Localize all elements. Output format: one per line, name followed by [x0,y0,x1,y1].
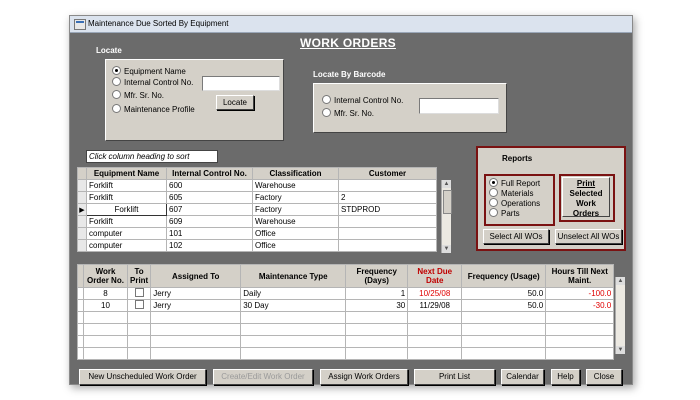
locate-option-maintenance-profile[interactable]: Maintenance Profile [112,104,195,115]
print-selected-line-3: Work Orders [572,199,600,218]
print-list-button[interactable]: Print List [414,369,495,385]
barcode-input[interactable] [419,98,499,114]
radio-selected-icon[interactable] [112,66,121,75]
empty-row [77,335,615,348]
main-window: Maintenance Due Sorted By Equipment WORK… [69,15,633,385]
scroll-down-icon[interactable]: ▼ [442,245,451,253]
title-bar[interactable]: Maintenance Due Sorted By Equipment [70,16,632,33]
print-selected-button[interactable]: Print Selected Work Orders [559,174,615,222]
table-row[interactable]: computer 101 Office [77,227,437,240]
scroll-up-icon[interactable]: ▲ [442,180,451,188]
empty-row [77,311,615,324]
form-body: WORK ORDERS Locate Equipment Name Intern… [70,33,632,385]
row-selector[interactable] [77,239,87,252]
row-selector[interactable] [77,191,87,204]
col-frequency-days[interactable]: Frequency (Days) [345,264,409,288]
barcode-label: Locate By Barcode [313,70,386,79]
page-title: WORK ORDERS [300,36,396,50]
table-header-row: Equipment Name Internal Control No. Clas… [77,167,437,180]
radio-icon[interactable] [489,188,498,197]
col-classification[interactable]: Classification [252,167,339,180]
col-customer[interactable]: Customer [338,167,437,180]
equipment-table: Equipment Name Internal Control No. Clas… [77,167,437,252]
locate-option-equipment-name[interactable]: Equipment Name [112,66,186,77]
col-internal-control-no[interactable]: Internal Control No. [166,167,253,180]
assign-work-orders-button[interactable]: Assign Work Orders [320,369,408,385]
report-type-group: Full Report Materials Operations Parts [484,174,555,226]
table-row[interactable]: Forklift 600 Warehouse [77,179,437,192]
work-orders-table: Work Order No. To Print Assigned To Main… [77,264,615,360]
work-order-row[interactable]: 10 Jerry 30 Day 30 11/29/08 50.0 -30.0 [77,299,615,312]
to-print-checkbox[interactable] [134,288,144,297]
calendar-button[interactable]: Calendar [501,369,544,385]
sort-hint: Click column heading to sort [86,150,218,163]
scroll-up-icon[interactable]: ▲ [616,277,625,285]
radio-icon[interactable] [322,95,331,104]
work-order-row[interactable]: 8 Jerry Daily 1 10/25/08 50.0 -100.0 [77,287,615,300]
row-selector[interactable] [77,215,87,228]
col-work-order-no[interactable]: Work Order No. [83,264,128,288]
empty-row [77,323,615,336]
new-unscheduled-work-order-button[interactable]: New Unscheduled Work Order [79,369,206,385]
col-maintenance-type[interactable]: Maintenance Type [240,264,347,288]
table-row[interactable]: computer 102 Office [77,239,437,252]
table-row-current[interactable]: ▶ Forklift 607 Factory STDPROD [77,203,437,216]
radio-icon[interactable] [112,104,121,113]
barcode-panel: Internal Control No. Mfr. Sr. No. [313,83,507,133]
barcode-option-internal-control[interactable]: Internal Control No. [322,95,403,106]
col-next-due-date[interactable]: Next Due Date [407,264,463,288]
create-edit-work-order-button[interactable]: Create/Edit Work Order [213,369,313,385]
col-assigned-to[interactable]: Assigned To [150,264,242,288]
radio-icon[interactable] [112,90,121,99]
select-all-wos-button[interactable]: Select All WOs [483,229,549,244]
col-frequency-usage[interactable]: Frequency (Usage) [461,264,547,288]
print-selected-line-1: Print [576,179,596,188]
table-row[interactable]: Forklift 609 Warehouse [77,215,437,228]
locate-panel: Equipment Name Internal Control No. Mfr.… [105,59,284,141]
radio-icon[interactable] [322,108,331,117]
radio-icon[interactable] [112,77,121,86]
row-selector[interactable] [77,227,87,240]
table-row[interactable]: Forklift 605 Factory 2 [77,191,437,204]
equipment-scrollbar[interactable]: ▲ ▼ [441,180,452,253]
locate-label: Locate [96,46,122,55]
app-icon [74,19,86,30]
radio-icon[interactable] [489,208,498,217]
empty-row [77,347,615,360]
locate-option-internal-control[interactable]: Internal Control No. [112,77,193,88]
col-to-print[interactable]: To Print [126,264,152,288]
scroll-down-icon[interactable]: ▼ [616,346,625,354]
unselect-all-wos-button[interactable]: Unselect All WOs [555,229,622,244]
radio-icon[interactable] [489,198,498,207]
work-orders-header-row: Work Order No. To Print Assigned To Main… [77,264,615,288]
scroll-thumb[interactable] [443,190,452,214]
work-orders-scrollbar[interactable]: ▲ ▼ [615,277,625,354]
col-hours-till-next[interactable]: Hours Till Next Maint. [545,264,615,288]
barcode-option-mfr-sr-no[interactable]: Mfr. Sr. No. [322,108,374,119]
locate-search-input[interactable] [202,76,280,91]
col-equipment-name[interactable]: Equipment Name [86,167,167,180]
print-selected-line-2: Selected [569,189,603,198]
row-selector[interactable] [77,179,87,192]
close-button[interactable]: Close [586,369,622,385]
locate-button[interactable]: Locate [216,95,254,110]
reports-panel: Reports Full Report Materials Operations… [476,146,626,251]
row-selector-header [77,167,87,180]
locate-option-mfr-sr-no[interactable]: Mfr. Sr. No. [112,90,164,101]
reports-title: Reports [502,154,533,163]
radio-selected-icon[interactable] [489,178,498,187]
to-print-checkbox[interactable] [134,300,144,309]
help-button[interactable]: Help [551,369,580,385]
window-title: Maintenance Due Sorted By Equipment [88,19,229,28]
current-row-icon[interactable]: ▶ [77,203,87,216]
print-selected-label[interactable]: Print Selected Work Orders [562,177,610,218]
report-option-parts[interactable]: Parts [489,208,520,219]
